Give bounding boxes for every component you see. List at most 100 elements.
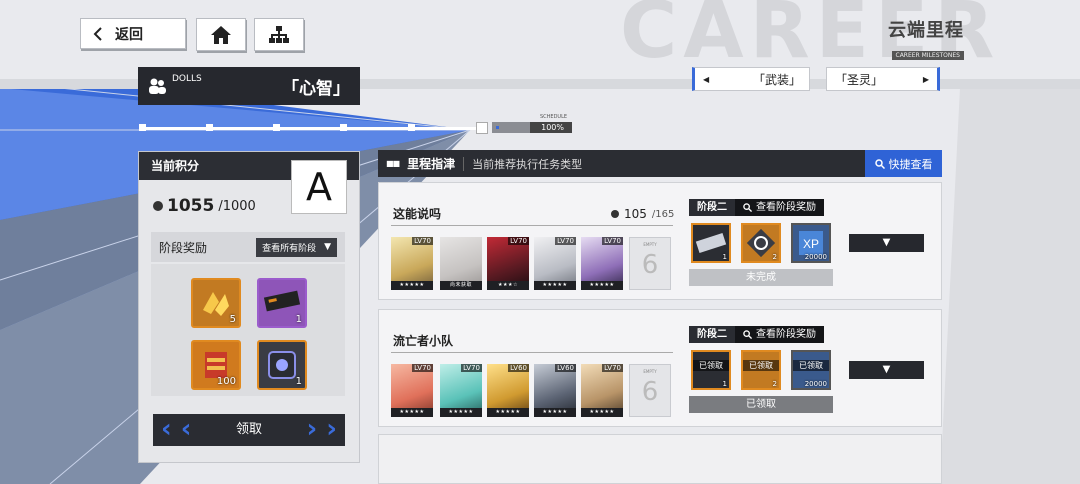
reward-qty: 1	[722, 380, 727, 388]
reward-qty: 1	[295, 314, 302, 325]
quick-view-label: 快捷查看	[888, 157, 933, 171]
home-icon	[211, 25, 231, 44]
milestone-card-partial	[378, 434, 942, 484]
doll-card[interactable]: LV70 ★★★★★	[581, 237, 623, 290]
career-logo: 云端里程 CAREER MILESTONES	[852, 16, 964, 61]
progress-node	[273, 124, 280, 131]
stage-name: 阶段二	[689, 326, 735, 343]
schedule-bar: 100%	[492, 122, 572, 133]
reward-item-supply-box[interactable]: 100	[191, 340, 241, 390]
back-label: 返回	[115, 26, 143, 43]
claimed-label: 已领取	[743, 360, 779, 371]
stage-status: 未完成	[689, 269, 833, 286]
claim-label: 领取	[235, 422, 262, 437]
card-title: 流亡者小队	[393, 334, 454, 348]
expand-button[interactable]: ▼	[849, 361, 924, 379]
filter-weapon-chip[interactable]: ◀ 「武装」	[692, 67, 810, 91]
progress-track	[142, 127, 480, 130]
filter-holy-label: 「圣灵」	[835, 72, 884, 87]
stage-reward-item[interactable]: 已领取 20000	[791, 350, 831, 390]
milestone-subtitle: 当前推荐执行任务类型	[472, 157, 583, 171]
milestone-card: 这能说吗 105/165 LV70 ★★★★★ 尚未获取 LV70 ★★★☆ L…	[378, 182, 942, 300]
expand-button[interactable]: ▼	[849, 234, 924, 252]
doll-stars: ★★★★★	[581, 281, 623, 290]
empty-doll-slot[interactable]: EMPTY 6	[629, 364, 671, 417]
caret-down-icon: ▼	[324, 242, 331, 252]
empty-label: EMPTY	[643, 369, 657, 374]
doll-level: LV60	[555, 364, 576, 372]
stage-reward-item[interactable]: 已领取 1	[691, 350, 731, 390]
schedule-label: SCHEDULE	[540, 114, 568, 120]
doll-level: LV60	[508, 364, 529, 372]
stage-dropdown[interactable]: 查看所有阶段 ▼	[256, 237, 337, 257]
stage-reward-item[interactable]: 2	[741, 223, 781, 263]
stage-dropdown-label: 查看所有阶段	[262, 243, 317, 254]
caret-right-icon: ▶	[922, 74, 929, 84]
reward-qty: 2	[772, 253, 777, 261]
schedule-marker	[496, 126, 499, 129]
logo-cn: 云端里程	[888, 20, 964, 41]
view-stage-rewards-button[interactable]: 查看阶段奖励	[735, 199, 824, 216]
hierarchy-button[interactable]	[254, 18, 304, 51]
reward-qty: 20000	[804, 380, 827, 388]
doll-card[interactable]: LV70 ★★★★★	[391, 237, 433, 290]
doll-level: LV70	[412, 237, 433, 245]
claimed-label: 已领取	[793, 360, 829, 371]
empty-doll-slot[interactable]: EMPTY 6	[629, 237, 671, 290]
points-value: 1055	[167, 196, 215, 216]
doll-card[interactable]: LV60 ★★★★★	[487, 364, 529, 417]
progress-end-node	[476, 122, 488, 134]
reward-qty: 2	[772, 380, 777, 388]
back-button[interactable]: 返回	[80, 18, 186, 49]
chevron-left-icon	[93, 26, 102, 41]
view-stage-rewards-button[interactable]: 查看阶段奖励	[735, 326, 824, 343]
doll-card[interactable]: LV70 ★★★★★	[581, 364, 623, 417]
points-panel: 当前积分 A 1055/1000 阶段奖励 查看所有阶段 ▼ 5 1 100 1…	[138, 151, 360, 463]
doll-stars: ★★★★★	[487, 408, 529, 417]
search-icon	[874, 158, 885, 169]
quick-view-button[interactable]: 快捷查看	[865, 150, 942, 177]
doll-level: LV70	[555, 237, 576, 245]
doll-card[interactable]: LV60 ★★★★★	[534, 364, 576, 417]
progress-node	[206, 124, 213, 131]
doll-card[interactable]: LV70 ★★★★★	[534, 237, 576, 290]
home-button[interactable]	[196, 18, 246, 51]
doll-stars: 尚未获取	[440, 281, 482, 290]
doll-level: LV70	[412, 364, 433, 372]
reward-qty: 1	[295, 376, 302, 387]
doll-level: LV70	[461, 364, 482, 372]
doll-card[interactable]: LV70 ★★★★★	[440, 364, 482, 417]
doll-card[interactable]: LV70 ★★★☆	[487, 237, 529, 290]
caret-down-icon: ▼	[882, 364, 891, 375]
filter-holy-chip[interactable]: 「圣灵」 ▶	[826, 67, 940, 91]
reward-item-module-chip[interactable]: 1	[257, 278, 307, 328]
points-display: 1055/1000	[153, 196, 256, 216]
logo-en: CAREER MILESTONES	[891, 51, 964, 60]
stage-reward-item[interactable]: 已领取 2	[741, 350, 781, 390]
doll-level: LV70	[602, 364, 623, 372]
score-dot-icon	[611, 210, 619, 218]
filter-weapon-label: 「武装」	[752, 72, 801, 87]
stage-reward-item[interactable]: XP 20000	[791, 223, 831, 263]
title-underline	[391, 352, 673, 353]
points-max: /1000	[218, 198, 256, 214]
milestone-header: ■■ 里程指津 当前推荐执行任务类型 快捷查看	[378, 150, 942, 177]
milestone-title: 里程指津	[407, 157, 456, 171]
search-icon	[743, 330, 752, 339]
stage-status: 已领取	[689, 396, 833, 413]
empty-slot-number: 6	[641, 250, 659, 280]
doll-card[interactable]: LV70 ★★★★★	[391, 364, 433, 417]
caret-down-icon: ▼	[882, 237, 891, 248]
claim-button[interactable]: 领取	[153, 414, 345, 446]
stage-reward-item[interactable]: 1	[691, 223, 731, 263]
reward-item-gold-shards[interactable]: 5	[191, 278, 241, 328]
reward-qty: 20000	[804, 253, 827, 261]
reward-qty: 1	[722, 253, 727, 261]
stage-reward-label: 阶段奖励	[159, 240, 208, 255]
doll-card[interactable]: 尚未获取	[440, 237, 482, 290]
card-title: 这能说吗	[393, 207, 442, 221]
progress-node	[139, 124, 146, 131]
reward-item-core-module[interactable]: 1	[257, 340, 307, 390]
empty-slot-number: 6	[641, 377, 659, 407]
view-stage-rewards-label: 查看阶段奖励	[756, 202, 816, 213]
